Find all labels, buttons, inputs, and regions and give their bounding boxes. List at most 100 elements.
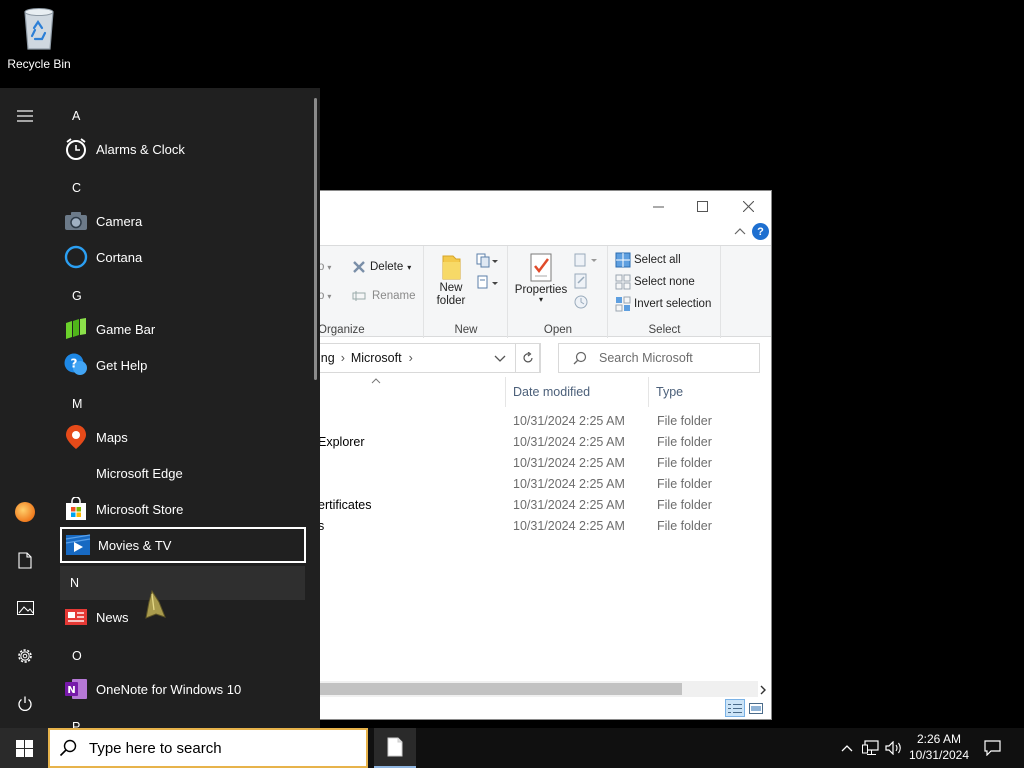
start-button[interactable]: [0, 728, 48, 768]
minimize-button[interactable]: [636, 191, 681, 221]
power-button[interactable]: [10, 689, 40, 719]
close-button[interactable]: [726, 191, 771, 221]
letter-header-g[interactable]: G: [72, 289, 82, 303]
move-to-button[interactable]: o ▾: [318, 261, 331, 273]
pictures-icon: [16, 601, 34, 615]
delete-button[interactable]: Delete ▾: [352, 260, 411, 274]
volume-tray-button[interactable]: [884, 728, 904, 768]
app-onenote[interactable]: N OneNote for Windows 10: [60, 671, 306, 707]
details-view-icon: [728, 703, 742, 713]
file-explorer-window: ? o ▾ o ▾ Delete ▾ Rename Organize New fold…: [318, 190, 772, 720]
show-hidden-icons-button[interactable]: [838, 728, 856, 768]
edit-icon: [574, 273, 587, 289]
open-button[interactable]: [573, 252, 599, 268]
app-camera[interactable]: Camera: [60, 203, 306, 239]
column-separator: [505, 377, 506, 407]
maximize-icon: [697, 200, 708, 212]
file-date: 10/31/2024 2:25 AM: [513, 519, 625, 533]
letter-header-m[interactable]: M: [72, 397, 82, 411]
app-news[interactable]: News: [60, 599, 306, 635]
app-get-help[interactable]: ? Get Help: [60, 347, 306, 383]
letter-header-n-highlight[interactable]: [60, 566, 305, 600]
properties-button[interactable]: Properties ▾: [514, 252, 568, 304]
start-menu-rail: [0, 88, 50, 728]
taskbar-search-placeholder: Type here to search: [89, 739, 222, 757]
refresh-button[interactable]: [515, 343, 541, 373]
breadcrumb-microsoft[interactable]: Microsoft: [351, 351, 402, 365]
taskbar-search-box[interactable]: Type here to search: [48, 728, 368, 768]
invert-selection-button[interactable]: Invert selection: [615, 296, 711, 312]
file-row[interactable]: 10/31/2024 2:25 AM File folder: [318, 411, 771, 432]
app-microsoft-edge[interactable]: Microsoft Edge: [60, 455, 306, 491]
easy-access-button[interactable]: [475, 274, 499, 290]
cortana-icon: [63, 244, 89, 270]
taskbar-clock[interactable]: 2:26 AM 10/31/2024: [904, 731, 974, 763]
network-tray-button[interactable]: [860, 728, 882, 768]
breadcrumb-partial[interactable]: ing: [318, 351, 335, 365]
column-header-date-modified[interactable]: Date modified: [513, 377, 590, 407]
mouse-cursor-icon: [145, 590, 166, 619]
letter-header-c[interactable]: C: [72, 181, 81, 195]
new-item-button[interactable]: [475, 252, 499, 268]
horizontal-scrollbar[interactable]: [318, 681, 758, 697]
file-date: 10/31/2024 2:25 AM: [513, 414, 625, 428]
letter-header-o[interactable]: O: [72, 649, 82, 663]
app-game-bar[interactable]: Game Bar: [60, 311, 306, 347]
app-microsoft-store[interactable]: Microsoft Store: [60, 491, 306, 527]
new-group-label: New: [454, 324, 478, 336]
file-row[interactable]: 10/31/2024 2:25 AM File folder: [318, 453, 771, 474]
news-icon: [63, 604, 89, 630]
start-menu-scrollbar[interactable]: [314, 98, 317, 380]
app-alarms-clock[interactable]: Alarms & Clock: [60, 131, 306, 167]
new-folder-button[interactable]: New folder: [433, 252, 469, 308]
app-label: OneNote for Windows 10: [96, 681, 242, 697]
recycle-bin-desktop-icon[interactable]: Recycle Bin: [4, 6, 74, 71]
recycle-bin-icon: [24, 8, 54, 50]
select-all-button[interactable]: Select all: [615, 252, 681, 268]
user-account-button[interactable]: [10, 497, 40, 527]
help-icon[interactable]: ?: [752, 223, 769, 240]
letter-header-n[interactable]: N: [70, 576, 79, 590]
details-view-button[interactable]: [725, 699, 745, 717]
file-date: 10/31/2024 2:25 AM: [513, 456, 625, 470]
letter-header-a[interactable]: A: [72, 109, 80, 123]
column-header-type[interactable]: Type: [656, 377, 683, 407]
address-dropdown-icon[interactable]: [494, 355, 506, 363]
file-name: Explorer: [318, 435, 365, 449]
taskbar-app-file[interactable]: [374, 728, 416, 768]
copy-to-button[interactable]: o ▾: [318, 290, 331, 302]
chevron-up-icon: [841, 745, 853, 752]
pictures-button[interactable]: [10, 593, 40, 623]
file-row[interactable]: Explorer 10/31/2024 2:25 AM File folder: [318, 432, 771, 453]
search-icon: [59, 739, 77, 757]
scrollbar-thumb[interactable]: [318, 683, 682, 695]
file-row[interactable]: 10/31/2024 2:25 AM File folder: [318, 474, 771, 495]
rename-button[interactable]: Rename: [352, 289, 415, 303]
app-maps[interactable]: Maps: [60, 419, 306, 455]
game-bar-icon: [63, 316, 89, 342]
search-box[interactable]: Search Microsoft: [558, 343, 760, 373]
get-help-icon: ?: [63, 352, 89, 378]
edit-button[interactable]: [573, 273, 589, 289]
file-date: 10/31/2024 2:25 AM: [513, 477, 625, 491]
documents-button[interactable]: [10, 545, 40, 575]
settings-button[interactable]: [10, 641, 40, 671]
expand-menu-button[interactable]: [10, 101, 40, 131]
app-movies-tv[interactable]: Movies & TV: [60, 527, 306, 563]
address-bar[interactable]: ing › Microsoft ›: [318, 343, 540, 373]
history-button[interactable]: [573, 294, 589, 310]
maximize-button[interactable]: [680, 191, 725, 221]
letter-header-p[interactable]: P: [72, 720, 80, 728]
close-icon: [743, 200, 754, 212]
large-icons-view-button[interactable]: [748, 701, 764, 715]
file-date: 10/31/2024 2:25 AM: [513, 498, 625, 512]
collapse-ribbon-chevron-icon[interactable]: [734, 227, 746, 235]
app-cortana[interactable]: Cortana: [60, 239, 306, 275]
select-none-button[interactable]: Select none: [615, 274, 695, 290]
app-label: Movies & TV: [98, 537, 172, 553]
scroll-right-arrow-icon[interactable]: [759, 685, 767, 695]
file-row[interactable]: s 10/31/2024 2:25 AM File folder: [318, 516, 771, 537]
minimize-icon: [653, 206, 664, 207]
action-center-button[interactable]: [978, 728, 1006, 768]
file-row[interactable]: ertificates 10/31/2024 2:25 AM File folder: [318, 495, 771, 516]
